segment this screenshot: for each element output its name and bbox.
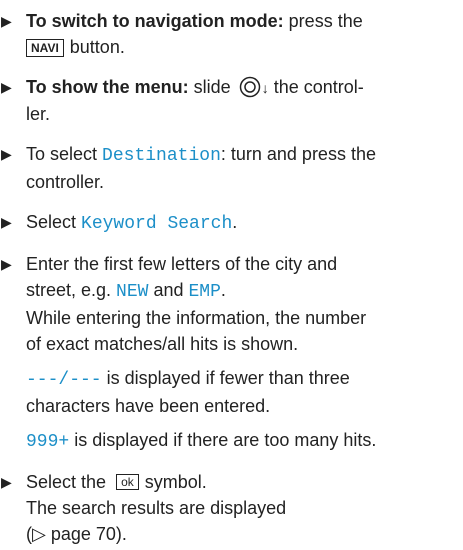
navi-button-symbol: NAVI <box>26 39 64 57</box>
bullet-arrow-icon: ▶ <box>1 214 12 230</box>
menu-term: Destination <box>102 146 221 166</box>
item-text: ler. <box>26 104 51 124</box>
item-text: Select <box>26 212 82 232</box>
item-text: While entering the information, the numb… <box>26 308 367 328</box>
item-text: button. <box>69 37 125 57</box>
list-item: ▶ To switch to navigation mode: press th… <box>0 8 463 60</box>
bullet-arrow-icon: ▶ <box>1 146 12 162</box>
item-text: and <box>148 280 189 300</box>
item-text: of exact matches/all hits is shown. <box>26 334 299 354</box>
list-item: ▶ Enter the first few letters of the cit… <box>0 251 463 357</box>
bullet-arrow-icon: ▶ <box>1 256 12 272</box>
item-text: slide <box>188 77 231 97</box>
slide-down-arrow-icon: ↓ <box>261 80 269 96</box>
controller-icon <box>239 76 261 98</box>
note-text: is displayed if there are too many hits. <box>69 430 377 450</box>
item-text: . <box>232 212 238 232</box>
item-bold-text: To show the menu: <box>26 77 189 97</box>
item-text: Enter the first few letters of the city … <box>26 254 338 274</box>
item-text: : turn and press the <box>220 144 376 164</box>
note-text: is displayed if fewer than three <box>101 368 350 388</box>
note: ---/--- is displayed if fewer than three… <box>0 365 463 419</box>
menu-term: NEW <box>116 282 149 302</box>
item-text: . <box>220 280 226 300</box>
bullet-arrow-icon: ▶ <box>1 474 12 490</box>
item-text: street, e.g. <box>26 280 117 300</box>
item-bold-text: To switch to navigation mode: <box>26 11 284 31</box>
instruction-list: ▶ To switch to navigation mode: press th… <box>0 8 463 547</box>
list-item: ▶ Select the ok symbol. The search results… <box>0 469 463 547</box>
item-text: symbol. <box>144 472 207 492</box>
item-text: the control- <box>268 77 364 97</box>
item-text: Select the <box>26 472 107 492</box>
list-item: ▶ To select Destination: turn and press … <box>0 141 463 195</box>
menu-term: 999+ <box>26 432 70 452</box>
item-text: controller. <box>26 172 105 192</box>
item-text: To select <box>26 144 103 164</box>
list-item: ▶ To show the menu: slide ↓ the control-… <box>0 74 463 127</box>
item-text: The search results are displayed <box>26 498 287 518</box>
ok-symbol: ok <box>116 474 139 490</box>
note: 999+ is displayed if there are too many … <box>0 427 463 455</box>
list-item: ▶ Select Keyword Search. <box>0 209 463 237</box>
note-text: characters have been entered. <box>26 396 271 416</box>
menu-term: Keyword Search <box>81 214 233 234</box>
bullet-arrow-icon: ▶ <box>1 13 12 29</box>
menu-term: ---/--- <box>26 370 102 390</box>
bullet-arrow-icon: ▶ <box>1 79 12 95</box>
item-text: press the <box>283 11 363 31</box>
page-reference: (▷ page 70). <box>26 524 127 544</box>
menu-term: EMP <box>188 282 221 302</box>
